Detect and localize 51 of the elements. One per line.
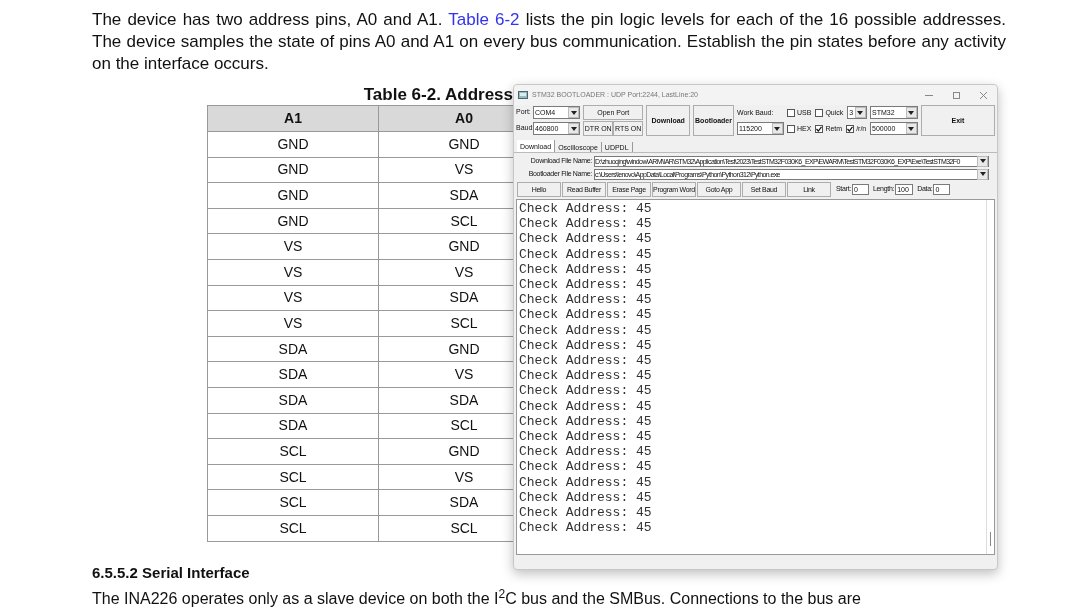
check-icon: [816, 125, 823, 132]
table-cell: VS: [207, 310, 379, 337]
table-cell: SCL: [207, 464, 379, 490]
scrollbar-thumb[interactable]: [990, 532, 991, 546]
body-paragraph: The INA226 operates only as a slave device on both the I$^{2}$C bus and the SMBus. Connections to the bus are: [92, 587, 862, 608]
caret-icon: [857, 110, 864, 115]
table-cell: VS: [207, 233, 379, 260]
table-cell: GND: [207, 131, 379, 158]
dropdown-button[interactable]: [906, 123, 917, 134]
maximize-icon[interactable]: [953, 91, 960, 99]
dropdown-button[interactable]: [855, 107, 866, 118]
dropdown-button[interactable]: [772, 123, 783, 134]
check-icon: [847, 125, 854, 132]
caret-icon: [908, 126, 915, 131]
table-cell: SDA: [207, 413, 379, 439]
table-cell: VS: [207, 285, 379, 311]
table-cell: SCL: [207, 489, 379, 516]
caret-icon: [774, 126, 781, 131]
close-icon[interactable]: [980, 91, 987, 99]
body-paragraph: The device has two address pins, A0 and A1. Table 6-2 lists the pin logic levels for each of the 16 possible addresses. The device samples the state of pins A0 and A1 on every bus communication. Establish the pin states before any activity on the interface occurs.: [92, 9, 1006, 75]
dropdown-button[interactable]: [906, 107, 917, 118]
dropdown-button[interactable]: [568, 107, 579, 118]
section-heading: 6.5.5.2 Serial Interface: [92, 563, 251, 582]
caret-icon: [979, 172, 986, 176]
checkbox[interactable]: [846, 124, 855, 133]
minimize-icon[interactable]: [925, 94, 933, 96]
table-link[interactable]: Table 6-2: [448, 10, 520, 29]
table-cell: VS: [207, 259, 379, 286]
table-cell: SDA: [207, 336, 379, 362]
table-cell: SDA: [207, 361, 379, 388]
table-cell: GND: [207, 208, 379, 234]
dropdown-button[interactable]: [977, 168, 988, 180]
dropdown-button[interactable]: [568, 123, 579, 134]
table-cell: GND: [207, 182, 379, 209]
dropdown-button[interactable]: [977, 155, 988, 167]
caret-icon: [570, 126, 577, 131]
table-cell: SDA: [207, 387, 379, 414]
caret-icon: [908, 110, 915, 115]
checkbox[interactable]: [787, 108, 795, 117]
table-cell: GND: [207, 157, 379, 183]
checkbox[interactable]: [815, 108, 824, 117]
table-cell: SCL: [207, 438, 379, 465]
app-icon: [518, 91, 528, 99]
caret-icon: [570, 110, 577, 115]
checkbox[interactable]: [787, 124, 795, 133]
scrollbar[interactable]: [986, 200, 994, 554]
table-cell: SCL: [207, 515, 379, 541]
column-header: A1: [207, 105, 379, 132]
caret-icon: [979, 159, 986, 163]
checkbox[interactable]: [815, 124, 824, 133]
table-title: Table 6-2. Address: [363, 85, 513, 105]
